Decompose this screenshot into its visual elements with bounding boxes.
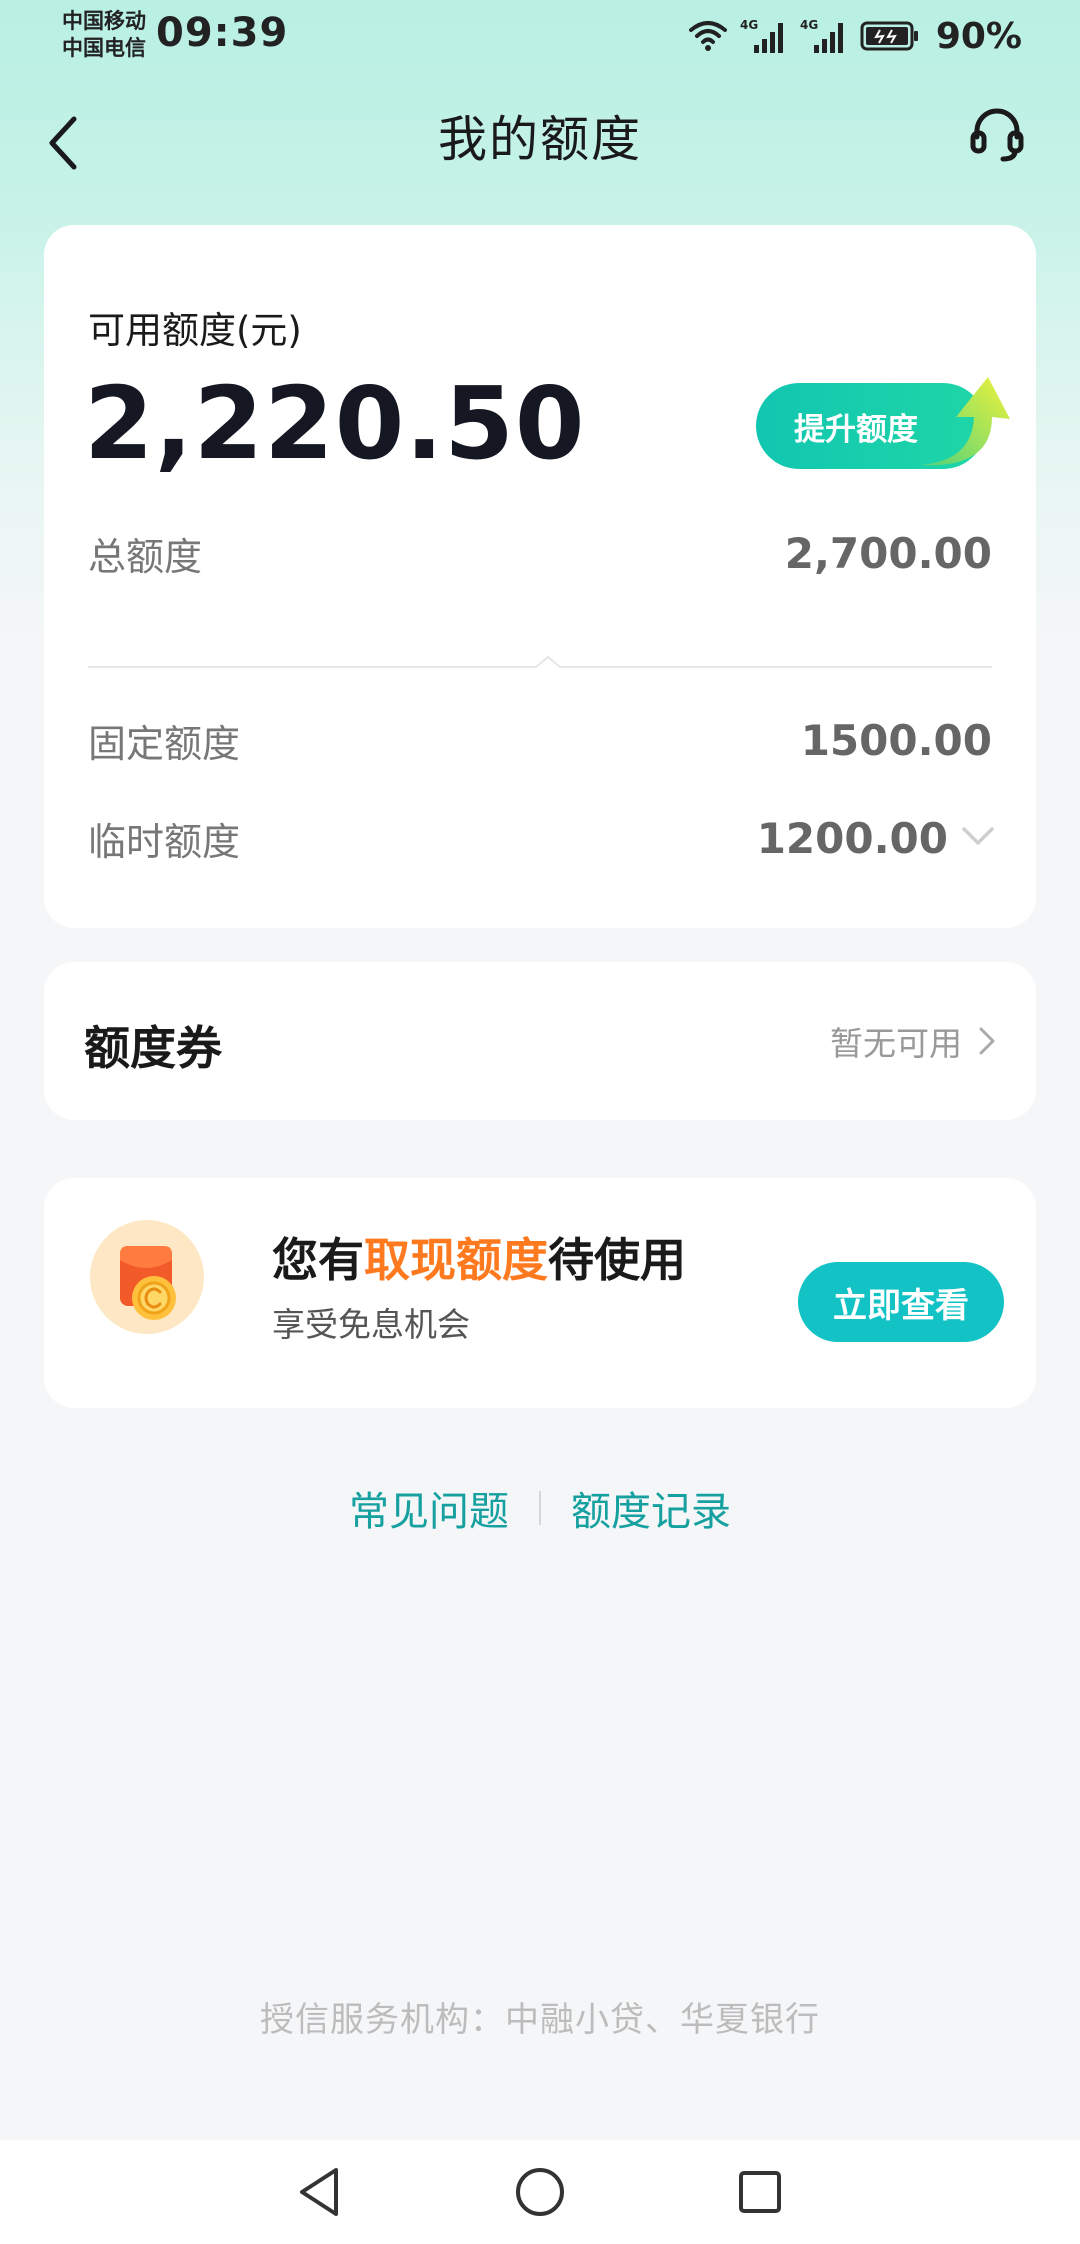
customer-service-button[interactable]	[962, 100, 1032, 170]
footer-links: 常见问题 额度记录	[0, 1478, 1080, 1538]
nav-home-button[interactable]	[505, 2157, 575, 2227]
status-indicators: 4G 4G 90%	[688, 14, 1022, 58]
credit-institution-note: 授信服务机构：中融小贷、华夏银行	[260, 2000, 820, 2040]
available-quota-amount: 2,220.50	[84, 365, 586, 482]
chevron-down-icon[interactable]	[960, 824, 996, 848]
total-quota-value: 2,700.00	[784, 528, 992, 578]
triangle-back-icon	[300, 2168, 338, 2216]
network-2-label: 4G	[800, 18, 818, 32]
chevron-left-icon	[49, 116, 77, 170]
carrier-1: 中国移动	[62, 9, 146, 33]
quota-records-link[interactable]: 额度记录	[571, 1479, 731, 1537]
headset-icon	[970, 108, 1024, 162]
temp-quota-value: 1200.00	[756, 813, 948, 863]
view-now-button[interactable]: 立即查看	[798, 1262, 1004, 1342]
quota-coupon-title: 额度券	[84, 1021, 222, 1075]
total-quota-row: 总额度 2,700.00	[88, 525, 992, 581]
temp-quota-row[interactable]: 临时额度 1200.00	[88, 810, 994, 866]
chevron-right-icon	[979, 1027, 995, 1055]
quota-coupon-card[interactable]: 额度券 暂无可用	[44, 962, 1036, 1120]
system-nav-bar	[0, 2140, 1080, 2244]
cash-quota-promo-card: 您有取现额度待使用 享受免息机会 立即查看	[44, 1178, 1036, 1408]
circle-home-icon	[516, 2168, 564, 2216]
up-arrow-icon	[920, 377, 1010, 466]
carrier-names: 中国移动 中国电信	[62, 8, 146, 62]
signal-4g-icon: 4G	[740, 18, 783, 53]
page-title: 我的额度	[437, 111, 642, 168]
back-button[interactable]	[34, 108, 94, 178]
temp-quota-label: 临时额度	[88, 819, 241, 864]
quota-coupon-status-text: 暂无可用	[830, 1024, 962, 1063]
promo-title-suffix: 待使用	[548, 1233, 686, 1287]
red-envelope-coin-icon	[90, 1220, 204, 1334]
promo-title-prefix: 您有	[272, 1233, 364, 1287]
carrier-2: 中国电信	[62, 36, 146, 60]
status-time: 09:39	[156, 10, 289, 56]
promo-title: 您有取现额度待使用	[272, 1224, 686, 1290]
raise-quota-label: 提升额度	[794, 411, 918, 448]
app-screen: 中国移动 中国电信 09:39 4G 4G 90% 我的额度 可用额度(元) 2…	[0, 0, 1080, 2244]
quota-coupon-status: 暂无可用	[830, 1018, 996, 1064]
divider	[88, 655, 992, 668]
battery-icon	[860, 21, 918, 51]
available-quota-label: 可用额度(元)	[88, 309, 302, 352]
battery-percent: 90%	[935, 15, 1022, 57]
faq-link[interactable]: 常见问题	[349, 1479, 509, 1537]
fixed-quota-label: 固定额度	[88, 721, 241, 766]
square-recents-icon	[739, 2171, 781, 2213]
fixed-quota-row: 固定额度 1500.00	[88, 712, 992, 768]
nav-recents-button[interactable]	[725, 2157, 795, 2227]
promo-title-highlight: 取现额度	[364, 1233, 548, 1287]
fixed-quota-value: 1500.00	[800, 715, 992, 765]
promo-subtitle: 享受免息机会	[272, 1305, 470, 1344]
link-separator	[539, 1491, 541, 1525]
status-bar: 中国移动 中国电信 09:39 4G 4G 90%	[0, 0, 1080, 70]
total-quota-label: 总额度	[88, 534, 203, 579]
nav-back-button[interactable]	[285, 2157, 355, 2227]
quota-card: 可用额度(元) 2,220.50 提升额度 总额度 2,700.00 固定额度 …	[44, 225, 1036, 928]
signal-4g-icon: 4G	[800, 18, 843, 53]
network-1-label: 4G	[740, 18, 758, 32]
wifi-icon	[688, 21, 727, 51]
